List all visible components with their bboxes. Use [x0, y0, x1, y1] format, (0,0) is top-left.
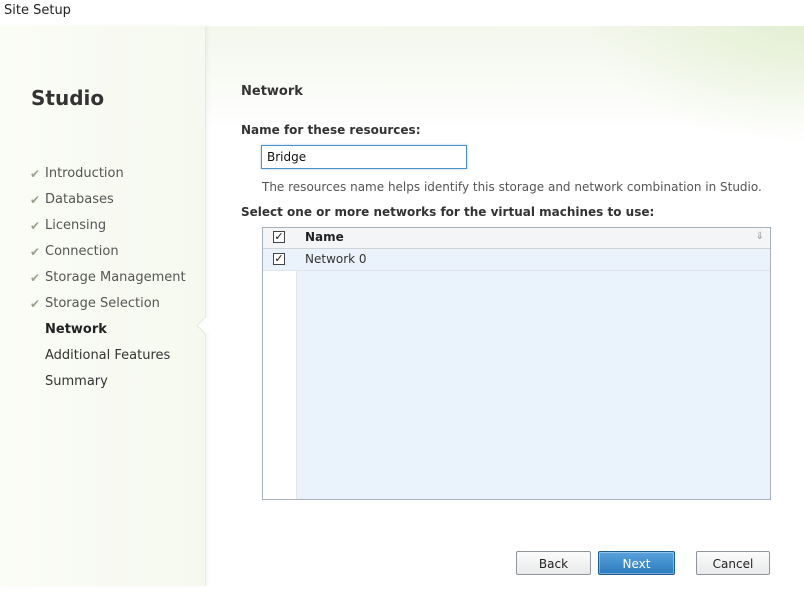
name-hint: The resources name helps identify this s…: [262, 180, 762, 194]
step-label: Summary: [45, 374, 108, 389]
table-row[interactable]: ✓ Network 0: [263, 249, 770, 271]
checkmark-icon: ✔: [30, 245, 41, 259]
resource-name-input[interactable]: [261, 145, 467, 169]
checkmark-icon: ✔: [30, 271, 41, 285]
step-label: Introduction: [45, 166, 124, 181]
sidebar-title: Studio: [31, 86, 105, 110]
step-label: Databases: [45, 192, 114, 207]
back-button[interactable]: Back: [516, 551, 591, 575]
step-label: Licensing: [45, 218, 107, 233]
select-all-checkbox[interactable]: ✓: [273, 231, 285, 243]
grid-header: ✓ Name ⇓: [263, 228, 770, 249]
step-label: Storage Management: [45, 270, 186, 285]
checkmark-icon: ✔: [30, 167, 41, 181]
network-grid[interactable]: ✓ Name ⇓ ✓ Network 0: [262, 227, 771, 500]
network-select-label: Select one or more networks for the virt…: [241, 205, 655, 219]
step-label: Connection: [45, 244, 119, 259]
checkmark-icon: ✔: [30, 297, 41, 311]
sidebar: Studio ✔ Introduction ✔ Databases ✔ Lice…: [0, 26, 206, 586]
next-button[interactable]: Next: [598, 551, 675, 575]
step-label: Network: [45, 322, 107, 337]
name-label: Name for these resources:: [241, 123, 421, 137]
title-bar: Site Setup: [0, 0, 804, 26]
step-label: Storage Selection: [45, 296, 160, 311]
checkmark-icon: ✔: [30, 193, 41, 207]
checkmark-icon: ✔: [30, 219, 41, 233]
sort-icon[interactable]: ⇓: [756, 231, 764, 242]
row-checkbox[interactable]: ✓: [273, 253, 285, 265]
window-title: Site Setup: [4, 3, 71, 18]
page-title: Network: [241, 84, 303, 99]
step-label: Additional Features: [45, 348, 171, 363]
cancel-button[interactable]: Cancel: [696, 551, 770, 575]
column-header-name[interactable]: Name: [305, 230, 344, 244]
network-name-cell: Network 0: [305, 252, 367, 266]
